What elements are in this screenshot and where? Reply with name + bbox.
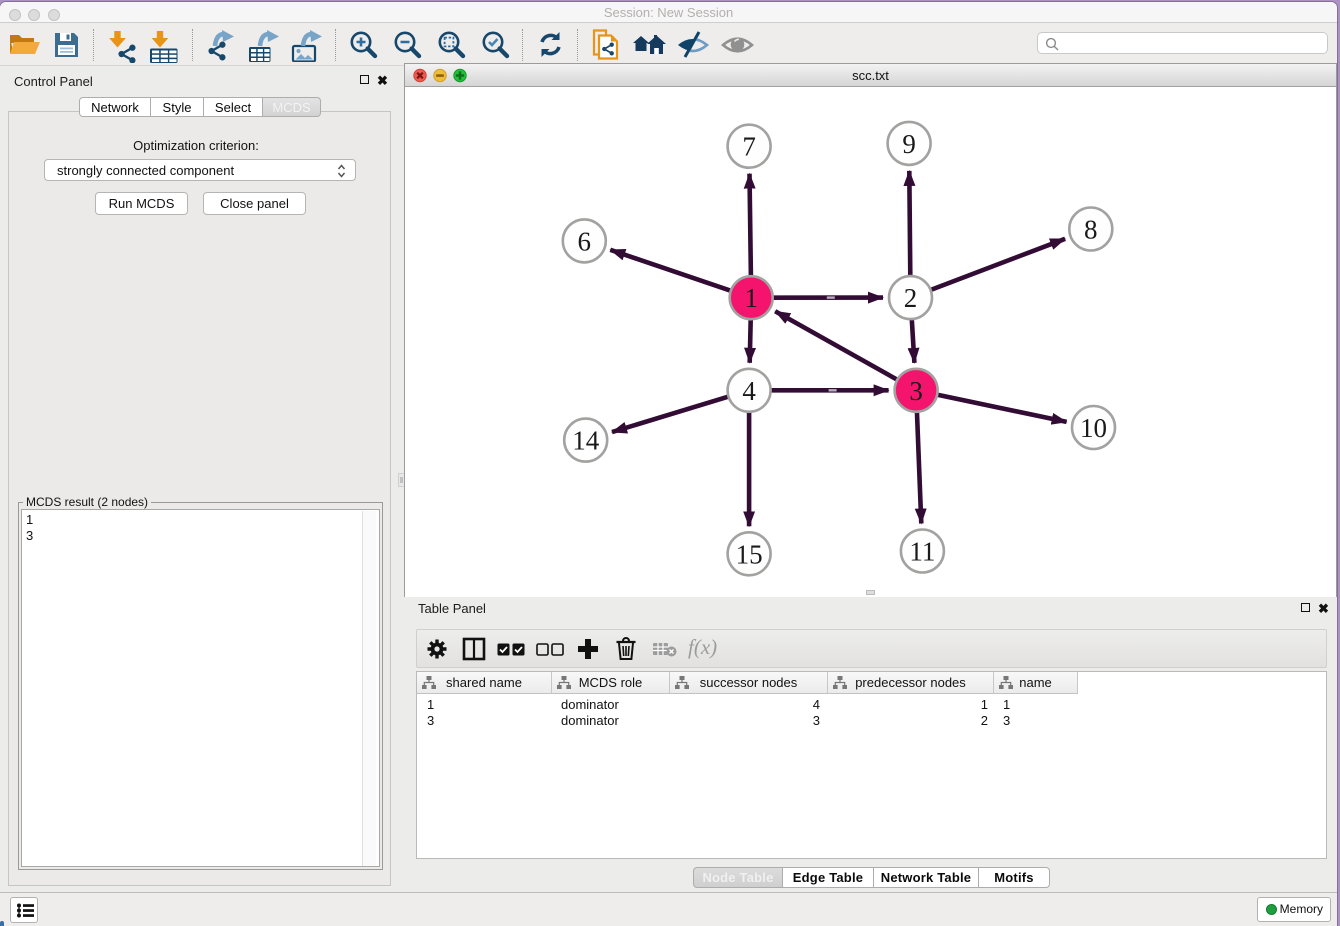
svg-text:7: 7 <box>742 132 756 162</box>
svg-text:2: 2 <box>904 283 918 313</box>
svg-text:15: 15 <box>736 539 763 569</box>
svg-text:14: 14 <box>572 426 600 456</box>
svg-text:8: 8 <box>1084 215 1098 245</box>
svg-text:11: 11 <box>909 537 935 567</box>
svg-text:4: 4 <box>742 376 756 406</box>
svg-text:1: 1 <box>744 283 758 313</box>
svg-text:10: 10 <box>1080 413 1107 443</box>
svg-text:9: 9 <box>902 129 916 159</box>
svg-text:6: 6 <box>578 226 592 256</box>
svg-text:3: 3 <box>909 376 923 406</box>
